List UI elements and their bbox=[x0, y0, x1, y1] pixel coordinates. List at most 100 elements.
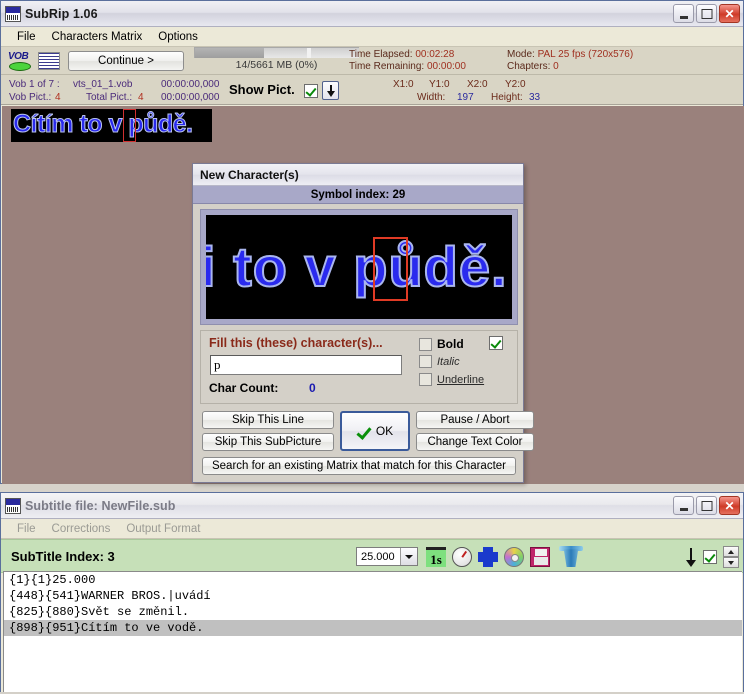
save-icon[interactable] bbox=[530, 547, 550, 567]
subtitle-toolbar: SubTitle Index: 3 25.000 1s bbox=[1, 539, 743, 573]
minimize-button[interactable] bbox=[673, 4, 694, 23]
character-preview-canvas[interactable]: i to v půdě. bbox=[206, 215, 512, 319]
maximize-button[interactable] bbox=[696, 4, 717, 23]
underline-checkbox[interactable] bbox=[419, 373, 432, 386]
ok-label: OK bbox=[375, 424, 394, 438]
y2-label: Y2:0 bbox=[505, 79, 526, 90]
list-item[interactable]: {898}{951}Cítím to ve vodě. bbox=[4, 620, 742, 636]
italic-checkbox[interactable] bbox=[419, 355, 432, 368]
search-matrix-button[interactable]: Search for an existing Matrix that match… bbox=[202, 457, 516, 475]
trash-icon[interactable] bbox=[563, 549, 579, 567]
style-indicator-checkbox[interactable] bbox=[489, 336, 503, 350]
time-start-value: 00:00:00,000 bbox=[161, 79, 220, 90]
main-titlebar: SubRip 1.06 ✕ bbox=[1, 1, 743, 27]
subtitle-bitmap-text: Cítím to v půdě. bbox=[13, 110, 194, 139]
auto-scroll-checkbox[interactable] bbox=[703, 550, 717, 564]
subrip-app-icon bbox=[5, 5, 21, 22]
characters-matrix-icon[interactable] bbox=[38, 51, 60, 70]
fill-character-label: Fill this (these) character(s)... bbox=[209, 336, 383, 350]
check-icon bbox=[357, 425, 372, 438]
underline-checkbox-row[interactable]: Underline bbox=[419, 373, 484, 386]
symbol-index-label: Symbol index: 29 bbox=[310, 188, 406, 201]
toolbar-stats: Time Elapsed: 00:02:28 Mode: PAL 25 fps … bbox=[349, 49, 707, 73]
spinner-up-button[interactable] bbox=[723, 546, 739, 557]
list-item[interactable]: {448}{541}WARNER BROS.|uvádí bbox=[4, 588, 742, 604]
mode-value: PAL 25 fps (720x576) bbox=[537, 49, 634, 60]
move-down-button[interactable] bbox=[322, 81, 339, 100]
show-pict-checkbox[interactable] bbox=[304, 84, 318, 98]
height-value: 33 bbox=[529, 92, 541, 103]
fps-select[interactable]: 25.000 bbox=[356, 547, 418, 566]
x2-label: X2:0 bbox=[467, 79, 488, 90]
vob-name-label: vts_01_1.vob bbox=[73, 79, 133, 90]
show-pict-label: Show Pict. bbox=[229, 82, 295, 97]
scroll-down-icon[interactable] bbox=[685, 548, 697, 567]
character-selection-marker bbox=[373, 237, 408, 301]
subtitle-bitmap-strip: Cítím to v půdě. bbox=[11, 109, 212, 142]
bold-label: Bold bbox=[437, 337, 464, 351]
subtitle-maximize-button[interactable] bbox=[696, 496, 717, 515]
menu-characters-matrix[interactable]: Characters Matrix bbox=[44, 29, 151, 45]
fill-character-input[interactable] bbox=[210, 355, 402, 375]
subtitle-lines-list[interactable]: {1}{1}25.000 {448}{541}WARNER BROS.|uvád… bbox=[3, 571, 742, 693]
list-item[interactable]: {1}{1}25.000 bbox=[4, 572, 742, 588]
pause-abort-button[interactable]: Pause / Abort bbox=[416, 411, 534, 429]
time-remaining-label: Time Remaining: bbox=[349, 61, 425, 72]
clock-icon[interactable] bbox=[452, 547, 472, 567]
time-shift-icon[interactable]: 1s bbox=[426, 547, 446, 567]
index-spinner[interactable] bbox=[723, 546, 739, 568]
subtitle-window-title: Subtitle file: NewFile.sub bbox=[25, 498, 176, 513]
bold-checkbox[interactable] bbox=[419, 337, 432, 351]
symbol-index-bar: Symbol index: 29 bbox=[193, 186, 523, 204]
main-window-title: SubRip 1.06 bbox=[25, 6, 98, 21]
spinner-down-button[interactable] bbox=[723, 557, 739, 568]
ok-button[interactable]: OK bbox=[340, 411, 410, 451]
subtitle-close-button[interactable]: ✕ bbox=[719, 496, 740, 515]
main-toolbar: VOB Continue > 14/5661 MB (0%) Time Elap… bbox=[1, 46, 743, 75]
dialog-titlebar: New Character(s) bbox=[193, 164, 523, 186]
vob-info-bar: Vob 1 of 7 : vts_01_1.vob Vob Pict.: 4 T… bbox=[1, 75, 743, 105]
italic-checkbox-row[interactable]: Italic bbox=[419, 355, 460, 368]
subtitle-app-icon bbox=[5, 497, 21, 514]
bold-checkbox-row[interactable]: Bold bbox=[419, 337, 464, 351]
continue-button[interactable]: Continue > bbox=[68, 50, 184, 71]
main-menubar: File Characters Matrix Options bbox=[1, 27, 743, 47]
subtitle-menu-output-format[interactable]: Output Format bbox=[118, 521, 208, 537]
main-window-controls: ✕ bbox=[673, 4, 740, 23]
vob-of-label: Vob 1 of 7 : bbox=[9, 79, 60, 90]
total-pict-value: 4 bbox=[138, 92, 144, 103]
italic-label: Italic bbox=[437, 355, 460, 368]
time-elapsed-value: 00:02:28 bbox=[415, 49, 455, 60]
progress-bar: 14/5661 MB (0%) bbox=[194, 46, 359, 71]
width-value: 197 bbox=[457, 92, 474, 103]
vob-icon[interactable]: VOB bbox=[7, 51, 33, 71]
application-root: SubRip 1.06 ✕ File Characters Matrix Opt… bbox=[0, 0, 744, 694]
menu-file[interactable]: File bbox=[9, 29, 44, 45]
subtitle-menu-file[interactable]: File bbox=[9, 521, 44, 537]
chevron-down-icon[interactable] bbox=[400, 548, 417, 565]
list-item[interactable]: {825}{880}Svět se změnil. bbox=[4, 604, 742, 620]
chapters-value: 0 bbox=[553, 61, 559, 72]
subtitle-titlebar: Subtitle file: NewFile.sub ✕ bbox=[1, 493, 743, 519]
subtitle-menu-corrections[interactable]: Corrections bbox=[44, 521, 119, 537]
character-preview-frame: i to v půdě. bbox=[200, 209, 518, 325]
new-character-dialog: New Character(s) Symbol index: 29 i to v… bbox=[192, 163, 534, 483]
subtitle-minimize-button[interactable] bbox=[673, 496, 694, 515]
close-button[interactable]: ✕ bbox=[719, 4, 740, 23]
main-window: SubRip 1.06 ✕ File Characters Matrix Opt… bbox=[0, 0, 744, 484]
change-text-color-button[interactable]: Change Text Color bbox=[416, 433, 534, 451]
skip-this-subpicture-button[interactable]: Skip This SubPicture bbox=[202, 433, 334, 451]
menu-options[interactable]: Options bbox=[150, 29, 206, 45]
disc-icon[interactable] bbox=[504, 547, 524, 567]
dialog-title: New Character(s) bbox=[200, 167, 299, 182]
character-preview-text: i to v půdě. bbox=[206, 235, 508, 298]
height-label: Height: bbox=[491, 92, 523, 103]
progress-track bbox=[194, 46, 359, 58]
char-count-value: 0 bbox=[309, 381, 316, 395]
skip-this-line-button[interactable]: Skip This Line bbox=[202, 411, 334, 429]
time-remaining-value: 00:00:00 bbox=[427, 61, 466, 72]
total-pict-label: Total Pict.: bbox=[86, 92, 133, 103]
subtitle-index-label: SubTitle Index: 3 bbox=[11, 549, 115, 564]
mode-label: Mode: bbox=[507, 49, 535, 60]
puzzle-icon[interactable] bbox=[478, 547, 498, 567]
